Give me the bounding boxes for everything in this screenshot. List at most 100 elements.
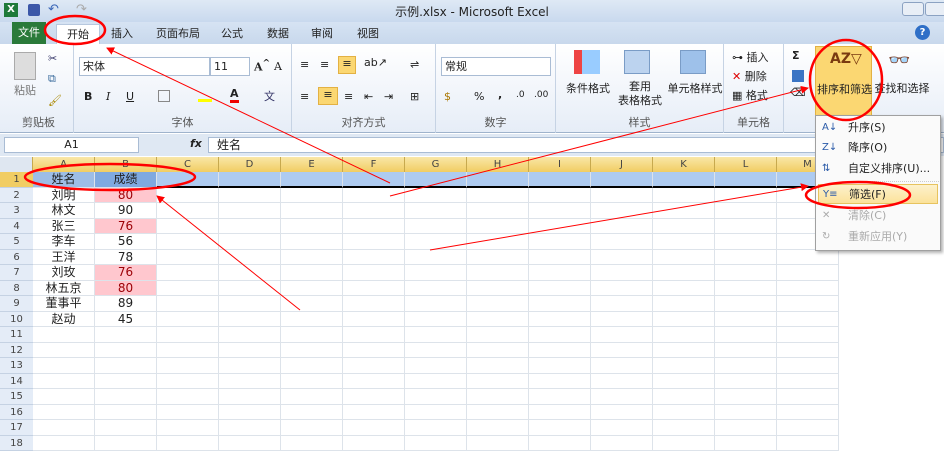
cell-L14[interactable] <box>715 374 777 390</box>
cell-M6[interactable] <box>777 250 839 266</box>
tab-review[interactable]: 审阅 <box>304 24 340 44</box>
cell-H11[interactable] <box>467 327 529 343</box>
cell-B1[interactable]: 成绩 <box>95 172 157 188</box>
cell-L9[interactable] <box>715 296 777 312</box>
cell-M18[interactable] <box>777 436 839 451</box>
cell-E4[interactable] <box>281 219 343 235</box>
tab-home[interactable]: 开始 <box>56 24 100 44</box>
tab-formulas[interactable]: 公式 <box>214 24 250 44</box>
cell-F15[interactable] <box>343 389 405 405</box>
tab-page-layout[interactable]: 页面布局 <box>150 24 206 44</box>
cell-A9[interactable]: 董事平 <box>33 296 95 312</box>
cell-F1[interactable] <box>343 172 405 188</box>
cell-C7[interactable] <box>157 265 219 281</box>
cell-C10[interactable] <box>157 312 219 328</box>
cell-E18[interactable] <box>281 436 343 451</box>
cell-A3[interactable]: 林文 <box>33 203 95 219</box>
cell-H6[interactable] <box>467 250 529 266</box>
decrease-decimal-icon[interactable]: .00 <box>534 90 548 100</box>
cell-L15[interactable] <box>715 389 777 405</box>
increase-indent-icon[interactable]: ⇥ <box>384 90 393 103</box>
cell-L12[interactable] <box>715 343 777 359</box>
cell-G8[interactable] <box>405 281 467 297</box>
cell-G7[interactable] <box>405 265 467 281</box>
cell-I6[interactable] <box>529 250 591 266</box>
grow-font-icon[interactable]: A^ <box>254 58 270 74</box>
cell-E1[interactable] <box>281 172 343 188</box>
row-header[interactable]: 15 <box>0 389 33 405</box>
cell-C6[interactable] <box>157 250 219 266</box>
cell-A6[interactable]: 王洋 <box>33 250 95 266</box>
cell-G14[interactable] <box>405 374 467 390</box>
cell-J6[interactable] <box>591 250 653 266</box>
column-header-L[interactable]: L <box>715 157 777 172</box>
phonetic-button[interactable]: 文 <box>264 88 275 104</box>
row-header[interactable]: 2 <box>0 188 33 204</box>
menu-item-sort-desc[interactable]: Z↓降序(O) <box>818 138 938 158</box>
cell-J2[interactable] <box>591 188 653 204</box>
cell-F2[interactable] <box>343 188 405 204</box>
cell-D17[interactable] <box>219 420 281 436</box>
cell-C4[interactable] <box>157 219 219 235</box>
cell-B17[interactable] <box>95 420 157 436</box>
cell-E6[interactable] <box>281 250 343 266</box>
cell-L1[interactable] <box>715 172 777 188</box>
wrap-text-icon[interactable]: ⇌ <box>410 58 419 71</box>
cell-K7[interactable] <box>653 265 715 281</box>
cell-L17[interactable] <box>715 420 777 436</box>
cell-H9[interactable] <box>467 296 529 312</box>
number-format-select[interactable]: 常规 <box>441 57 551 76</box>
cell-E5[interactable] <box>281 234 343 250</box>
cell-L5[interactable] <box>715 234 777 250</box>
cell-I12[interactable] <box>529 343 591 359</box>
select-all-corner[interactable] <box>0 157 33 172</box>
font-name-select[interactable]: 宋体 <box>79 57 210 76</box>
tab-data[interactable]: 数据 <box>260 24 296 44</box>
cell-H15[interactable] <box>467 389 529 405</box>
sort-filter-button[interactable]: AZ▽ 排序和筛选 <box>815 46 872 116</box>
cell-A5[interactable]: 李车 <box>33 234 95 250</box>
cell-A18[interactable] <box>33 436 95 451</box>
minimize-button[interactable] <box>902 2 924 16</box>
cell-J17[interactable] <box>591 420 653 436</box>
cell-F9[interactable] <box>343 296 405 312</box>
cell-C17[interactable] <box>157 420 219 436</box>
cell-M17[interactable] <box>777 420 839 436</box>
cell-G16[interactable] <box>405 405 467 421</box>
cell-I16[interactable] <box>529 405 591 421</box>
row-header[interactable]: 13 <box>0 358 33 374</box>
cell-K8[interactable] <box>653 281 715 297</box>
cell-C13[interactable] <box>157 358 219 374</box>
cut-icon[interactable]: ✂ <box>48 52 57 65</box>
cell-J7[interactable] <box>591 265 653 281</box>
column-header-D[interactable]: D <box>219 157 281 172</box>
cell-C8[interactable] <box>157 281 219 297</box>
cell-G12[interactable] <box>405 343 467 359</box>
column-header-E[interactable]: E <box>281 157 343 172</box>
tab-file[interactable]: 文件 <box>12 22 46 44</box>
row-header[interactable]: 6 <box>0 250 33 266</box>
column-header-J[interactable]: J <box>591 157 653 172</box>
cell-E12[interactable] <box>281 343 343 359</box>
cell-D8[interactable] <box>219 281 281 297</box>
cell-B8[interactable]: 80 <box>95 281 157 297</box>
row-header[interactable]: 1 <box>0 172 33 188</box>
cell-A4[interactable]: 张三 <box>33 219 95 235</box>
cell-B11[interactable] <box>95 327 157 343</box>
cell-I15[interactable] <box>529 389 591 405</box>
cell-E14[interactable] <box>281 374 343 390</box>
insert-function-button[interactable]: fx <box>190 137 202 150</box>
cell-F14[interactable] <box>343 374 405 390</box>
cell-D2[interactable] <box>219 188 281 204</box>
maximize-button[interactable] <box>925 2 944 16</box>
row-header[interactable]: 11 <box>0 327 33 343</box>
cell-E8[interactable] <box>281 281 343 297</box>
align-right-icon[interactable]: ≡ <box>344 90 353 103</box>
cell-F7[interactable] <box>343 265 405 281</box>
cell-A13[interactable] <box>33 358 95 374</box>
orientation-icon[interactable]: ab↗ <box>364 56 387 69</box>
cell-M14[interactable] <box>777 374 839 390</box>
cell-J3[interactable] <box>591 203 653 219</box>
row-header[interactable]: 4 <box>0 219 33 235</box>
tab-insert[interactable]: 插入 <box>104 24 140 44</box>
